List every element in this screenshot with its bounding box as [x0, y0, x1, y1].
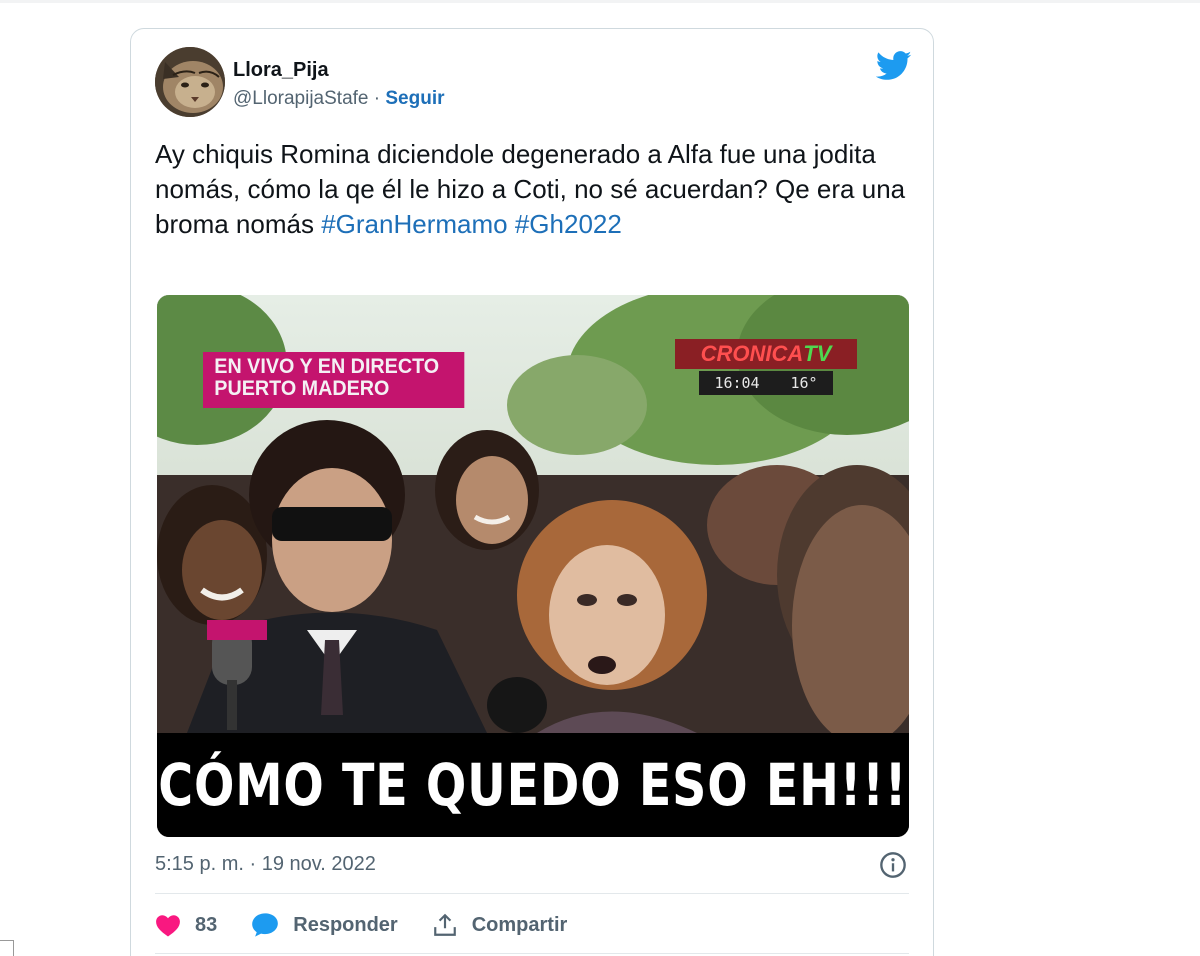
follow-button[interactable]: Seguir	[385, 88, 444, 109]
channel-name-red: CRONICA	[700, 341, 804, 366]
like-count: 83	[195, 913, 218, 936]
channel-time: 16:04	[714, 374, 760, 392]
page-edge-marker	[0, 940, 14, 956]
share-label: Compartir	[471, 913, 568, 936]
author-handle[interactable]: @LlorapijaStafe	[233, 88, 368, 109]
avatar-image	[155, 47, 225, 117]
tweet-text: Ay chiquis Romina diciendole degenerado …	[155, 137, 915, 242]
tweet-timestamp[interactable]: 5:15 p. m. · 19 nov. 2022	[155, 853, 376, 876]
info-icon[interactable]	[879, 851, 907, 879]
top-strip	[0, 0, 1200, 3]
bottom-divider	[155, 953, 909, 954]
tweet-actions: 83 Responder Compartir	[155, 909, 601, 941]
author-meta: @LlorapijaStafe · Seguir	[233, 88, 445, 110]
author-avatar[interactable]	[155, 47, 225, 117]
channel-logo: CRONICATV	[675, 339, 857, 369]
author-name[interactable]: Llora_Pija	[233, 59, 329, 82]
share-button[interactable]: Compartir	[432, 912, 568, 938]
hashtag-granhermamo[interactable]: #GranHermamo	[321, 209, 507, 239]
divider	[155, 893, 909, 894]
tweet-card[interactable]: Llora_Pija @LlorapijaStafe · Seguir Ay c…	[130, 28, 934, 956]
reply-label: Responder	[293, 913, 398, 936]
reply-button[interactable]: Responder	[251, 912, 398, 938]
channel-clock: 16:04 16°	[699, 371, 833, 395]
hashtag-gh2022[interactable]: #Gh2022	[515, 209, 622, 239]
meta-separator: ·	[373, 88, 381, 109]
speech-bubble-icon	[252, 913, 279, 937]
meme-caption-bar: CÓMO TE QUEDO ESO EH!!!	[157, 733, 909, 837]
twitter-bird-icon[interactable]	[876, 51, 912, 81]
share-upload-icon	[433, 913, 456, 936]
heart-icon	[156, 915, 180, 937]
live-overlay-line1: EN VIVO Y EN DIRECTO	[214, 355, 440, 378]
live-overlay-banner: EN VIVO Y EN DIRECTO PUERTO MADERO	[203, 352, 465, 408]
tweet-media-image[interactable]: EN VIVO Y EN DIRECTO PUERTO MADERO CRONI…	[157, 295, 909, 837]
page: Llora_Pija @LlorapijaStafe · Seguir Ay c…	[0, 0, 1200, 956]
channel-name-green: TV	[803, 341, 832, 366]
channel-temperature: 16°	[790, 374, 818, 392]
meme-caption: CÓMO TE QUEDO ESO EH!!!	[158, 751, 908, 819]
like-button[interactable]: 83	[155, 913, 217, 937]
live-overlay-line2: PUERTO MADERO	[214, 377, 390, 400]
